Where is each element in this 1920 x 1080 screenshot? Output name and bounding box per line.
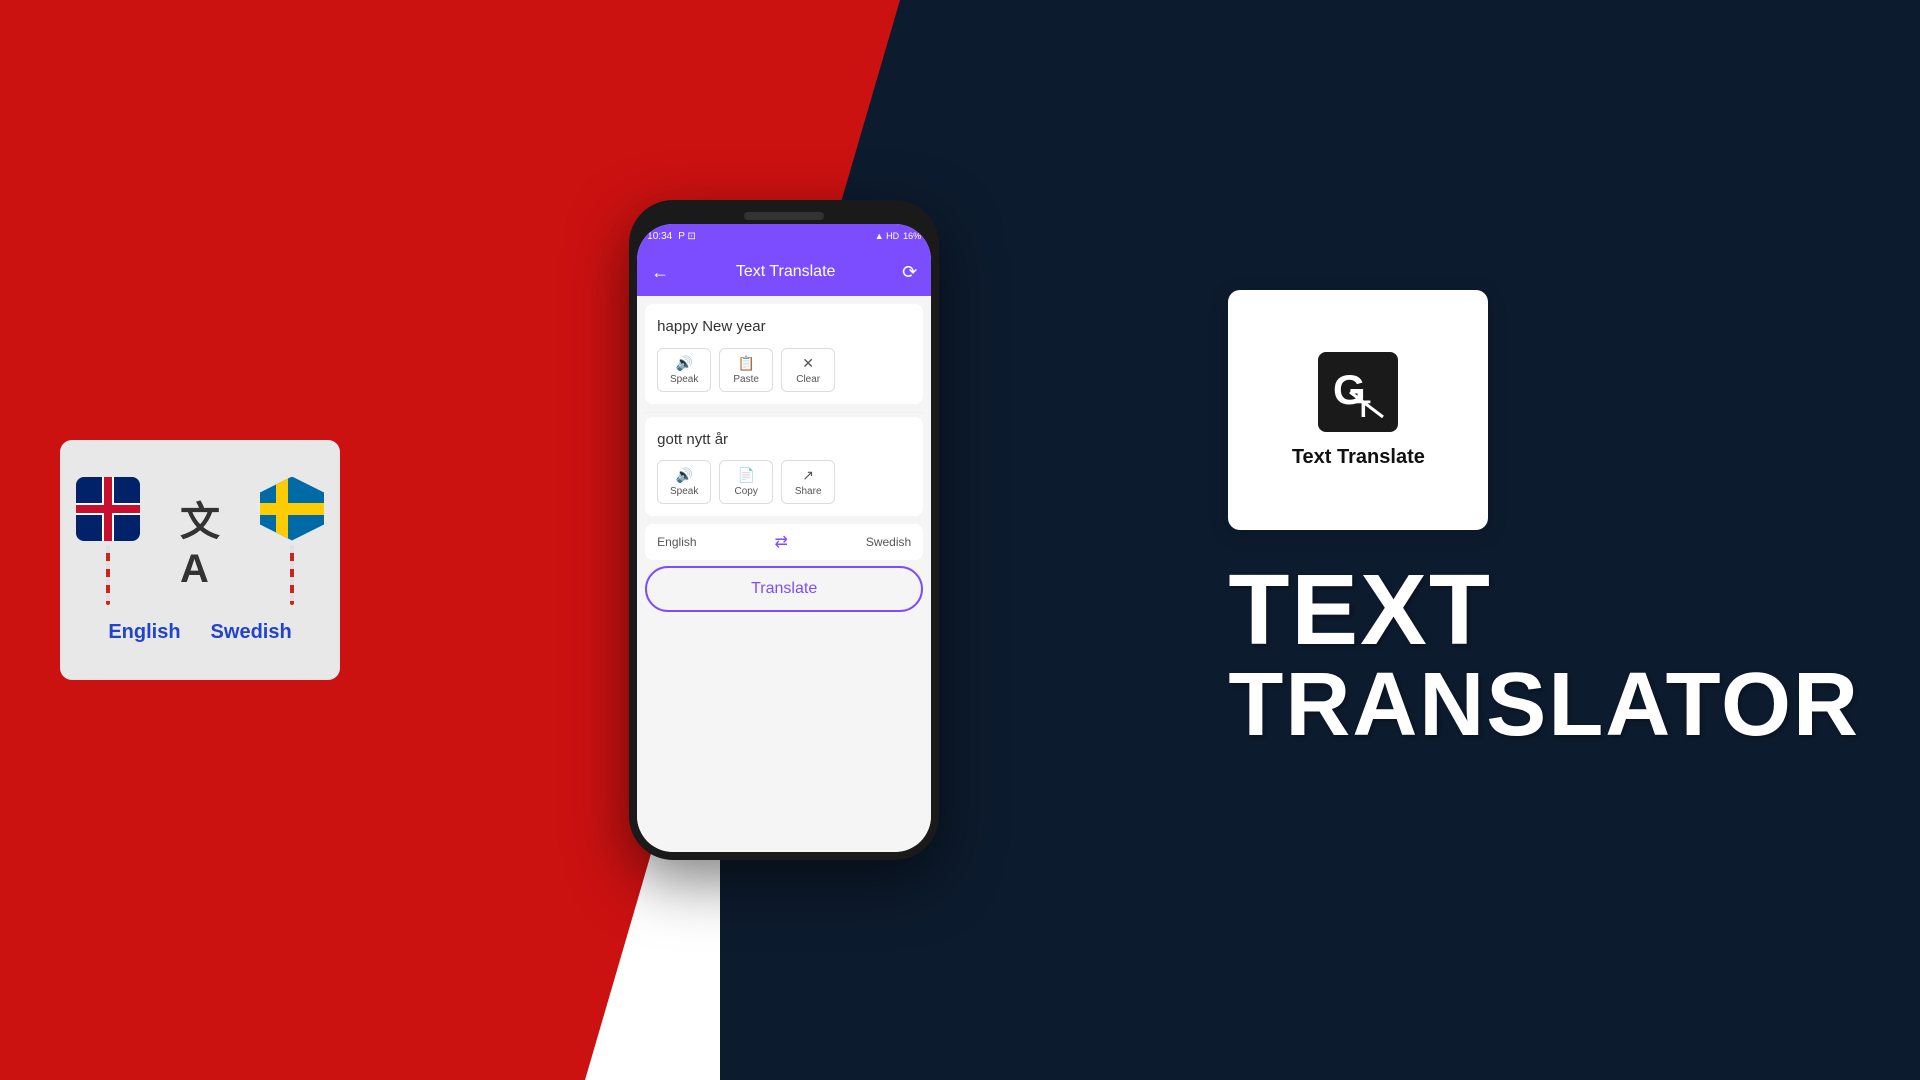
swedish-label: Swedish xyxy=(211,621,292,644)
phone-header: ← Text Translate ⟳ xyxy=(637,248,931,296)
phone-notch xyxy=(744,212,824,220)
gt-title: Text Translate xyxy=(1292,446,1425,469)
flags-row: 文A xyxy=(76,477,324,605)
phone-screen: 10:34 P ⊡ ▲ HD 16% ← Text Translate ⟳ xyxy=(637,224,931,852)
output-area: gott nytt år 🔊 Speak 📄 Copy ↗ xyxy=(645,417,923,516)
copy-icon: 📄 xyxy=(737,467,754,484)
speak-input-label: Speak xyxy=(670,374,698,385)
phone-content: happy New year 🔊 Speak 📋 Paste xyxy=(637,296,931,852)
statusbar-left: 10:34 P ⊡ xyxy=(647,231,696,242)
paste-label: Paste xyxy=(733,374,759,385)
speak-output-icon: 🔊 xyxy=(675,467,692,484)
output-text: gott nytt år xyxy=(657,429,911,450)
heading-line2: TRANSLATOR xyxy=(1228,660,1860,750)
back-button[interactable]: ← xyxy=(651,262,669,283)
pole-stick-uk xyxy=(106,545,110,605)
source-language-button[interactable]: English xyxy=(657,535,696,549)
paste-button[interactable]: 📋 Paste xyxy=(719,348,773,392)
translate-button[interactable]: Translate xyxy=(645,566,923,612)
statusbar-right: ▲ HD 16% xyxy=(875,231,921,241)
phone-title: Text Translate xyxy=(736,263,836,281)
statusbar-battery: 16% xyxy=(903,231,921,241)
clear-button[interactable]: ✕ Clear xyxy=(781,348,835,392)
history-button[interactable]: ⟳ xyxy=(902,262,917,283)
clear-label: Clear xyxy=(796,374,820,385)
target-language-button[interactable]: Swedish xyxy=(866,535,911,549)
speak-output-button[interactable]: 🔊 Speak xyxy=(657,460,711,504)
language-selector: English ⇄ Swedish xyxy=(645,524,923,560)
english-label: English xyxy=(108,621,180,644)
copy-label: Copy xyxy=(734,486,757,497)
swedish-flag-cross xyxy=(276,477,288,541)
flags-labels: English Swedish xyxy=(108,621,291,644)
statusbar: 10:34 P ⊡ ▲ HD 16% xyxy=(637,224,931,248)
swap-languages-button[interactable]: ⇄ xyxy=(774,532,787,552)
right-content: G T Text Translate TEXT TRANSLATOR xyxy=(1228,290,1860,750)
share-icon: ↗ xyxy=(802,467,814,484)
text-translator-heading: TEXT TRANSLATOR xyxy=(1228,560,1860,750)
gt-card: G T Text Translate xyxy=(1228,290,1488,530)
swedish-flag xyxy=(260,477,324,541)
uk-flag xyxy=(76,477,140,541)
left-card: 文A English Swedish xyxy=(60,440,340,680)
heading-line1: TEXT xyxy=(1228,560,1860,660)
phone: 10:34 P ⊡ ▲ HD 16% ← Text Translate ⟳ xyxy=(629,200,939,860)
pole-stick-swedish xyxy=(290,545,294,605)
statusbar-icons: P ⊡ xyxy=(678,231,696,242)
clear-icon: ✕ xyxy=(802,355,814,372)
uk-flag-cross-v xyxy=(104,477,112,541)
paste-icon: 📋 xyxy=(737,355,754,372)
swedish-flag-pole xyxy=(260,477,324,605)
statusbar-signal: ▲ HD xyxy=(875,231,899,241)
share-label: Share xyxy=(795,486,822,497)
share-button[interactable]: ↗ Share xyxy=(781,460,835,504)
gt-logo-svg: G T xyxy=(1328,362,1388,422)
input-text[interactable]: happy New year xyxy=(657,316,911,337)
input-area: happy New year 🔊 Speak 📋 Paste xyxy=(645,304,923,404)
speak-input-icon: 🔊 xyxy=(675,355,692,372)
copy-button[interactable]: 📄 Copy xyxy=(719,460,773,504)
translate-xa-icon: 文A xyxy=(180,489,220,592)
phone-wrapper: 10:34 P ⊡ ▲ HD 16% ← Text Translate ⟳ xyxy=(629,200,939,860)
gt-logo: G T xyxy=(1318,352,1398,432)
speak-output-label: Speak xyxy=(670,486,698,497)
statusbar-time: 10:34 xyxy=(647,231,672,242)
uk-flag-pole xyxy=(76,477,140,605)
input-actions: 🔊 Speak 📋 Paste ✕ Clear xyxy=(657,348,911,392)
output-actions: 🔊 Speak 📄 Copy ↗ Share xyxy=(657,460,911,504)
speak-input-button[interactable]: 🔊 Speak xyxy=(657,348,711,392)
section-divider xyxy=(645,412,923,413)
main-layout: 文A English Swedish 10:34 P ⊡ xyxy=(0,0,1920,1080)
